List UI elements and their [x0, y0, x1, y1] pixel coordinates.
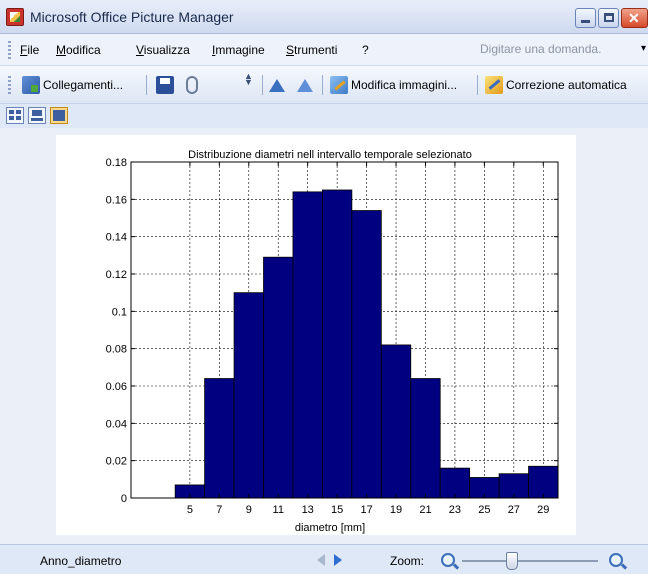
y-tick-label: 0.08 — [106, 344, 127, 356]
app-icon — [6, 8, 24, 26]
y-tick-label: 0.14 — [106, 232, 127, 244]
x-tick-label: 23 — [449, 504, 461, 516]
picture-pane: Distribuzione diametri nell intervallo t… — [0, 128, 648, 544]
view-toolbar — [0, 104, 648, 128]
status-bar: Anno_diametro Zoom: — [0, 544, 648, 574]
previous-picture-icon[interactable] — [317, 554, 325, 566]
ask-question-input[interactable]: Digitare una domanda. — [480, 42, 601, 56]
x-tick-label: 11 — [273, 504, 284, 516]
x-tick-label: 25 — [478, 504, 490, 516]
single-picture-view-button[interactable] — [50, 107, 68, 124]
current-file-name: Anno_diametro — [40, 554, 122, 568]
menu-bar: File Modifica Visualizza Immagine Strume… — [0, 34, 648, 66]
y-tick-label: 0.04 — [106, 418, 127, 430]
rotate-left-icon — [268, 76, 288, 94]
auto-correct-button[interactable]: Correzione automatica — [485, 74, 627, 96]
histogram-bar — [439, 467, 471, 499]
x-tick-label: 17 — [360, 504, 372, 516]
y-tick-label: 0 — [121, 493, 127, 505]
histogram-bar — [528, 465, 559, 499]
toolbar-overflow-icon[interactable]: ▲ ▼ — [244, 72, 253, 97]
menu-visualizza[interactable]: Visualizza — [136, 43, 190, 57]
save-icon — [156, 76, 174, 94]
x-tick-label: 7 — [216, 504, 222, 516]
links-label: Collegamenti... — [43, 78, 124, 92]
auto-correct-label: Correzione automatica — [506, 78, 627, 92]
histogram-bar — [233, 292, 264, 499]
menu-immagine[interactable]: Immagine — [212, 43, 265, 57]
next-picture-icon[interactable] — [334, 554, 342, 566]
y-tick-label: 0.18 — [106, 157, 127, 169]
x-tick-label: 19 — [390, 504, 402, 516]
y-tick-label: 0.12 — [106, 269, 127, 281]
links-button[interactable]: Collegamenti... — [22, 74, 123, 96]
zoom-in-icon[interactable] — [609, 553, 623, 567]
chart-title: Distribuzione diametri nell intervallo t… — [188, 149, 472, 161]
chart-bars — [174, 189, 559, 499]
x-tick-label: 9 — [246, 504, 252, 516]
filmstrip-view-button[interactable] — [28, 107, 46, 124]
toolbar-separator — [146, 75, 147, 95]
y-tick-label: 0.02 — [106, 456, 127, 468]
standard-toolbar: Collegamenti... ▲ ▼ Modifica immagini... … — [0, 66, 648, 104]
y-tick-label: 0.16 — [106, 194, 127, 206]
x-tick-label: 21 — [419, 504, 431, 516]
links-icon — [22, 76, 40, 94]
minimize-button[interactable] — [575, 8, 596, 28]
edit-image-icon — [330, 76, 348, 94]
x-tick-label: 15 — [331, 504, 343, 516]
zoom-slider-track[interactable] — [462, 560, 598, 562]
close-icon: ✕ — [628, 10, 640, 26]
edit-pictures-button[interactable]: Modifica immagini... — [330, 74, 457, 96]
histogram-bar — [322, 189, 353, 499]
picture-preview: Distribuzione diametri nell intervallo t… — [56, 135, 576, 535]
y-tick-label: 0.06 — [106, 381, 127, 393]
window-title: Microsoft Office Picture Manager — [30, 9, 234, 25]
x-tick-label: 13 — [302, 504, 314, 516]
maximize-icon — [604, 13, 614, 22]
y-tick-label: 0.1 — [112, 306, 127, 318]
zoom-out-icon[interactable] — [441, 553, 455, 567]
histogram-chart: Distribuzione diametri nell intervallo t… — [106, 149, 559, 534]
auto-correct-icon — [485, 76, 503, 94]
rotate-right-button[interactable] — [294, 74, 317, 96]
menu-strumenti[interactable]: Strumenti — [286, 43, 337, 57]
histogram-bar — [410, 378, 441, 499]
menu-file[interactable]: File — [20, 43, 39, 57]
maximize-button[interactable] — [598, 8, 619, 28]
menu-modifica[interactable]: Modifica — [56, 43, 101, 57]
x-tick-label: 27 — [508, 504, 520, 516]
rotate-left-button[interactable] — [268, 74, 291, 96]
attach-icon — [186, 76, 198, 94]
menu-grip-icon[interactable] — [8, 41, 11, 59]
close-button[interactable]: ✕ — [621, 8, 648, 28]
edit-pictures-label: Modifica immagini... — [351, 78, 458, 92]
ask-dropdown-icon[interactable]: ▾ — [641, 43, 646, 54]
histogram-bar — [204, 378, 235, 499]
minimize-icon — [581, 20, 590, 23]
save-button[interactable] — [156, 74, 177, 96]
zoom-slider-thumb[interactable] — [506, 552, 519, 570]
x-tick-label: 29 — [537, 504, 549, 516]
toolbar-separator — [322, 75, 323, 95]
histogram-bar — [263, 256, 294, 499]
rotate-right-icon — [294, 76, 314, 94]
histogram-bar — [380, 344, 412, 499]
histogram-bar — [351, 210, 382, 499]
zoom-label: Zoom: — [390, 554, 425, 568]
x-tick-label: 5 — [187, 504, 193, 516]
chart-x-axis-label: diametro [mm] — [295, 522, 365, 534]
histogram-bar — [292, 191, 323, 499]
toolbar-separator — [262, 75, 263, 95]
menu-help[interactable]: ? — [362, 43, 369, 57]
toolbar-separator — [477, 75, 478, 95]
thumbnails-view-button[interactable] — [6, 107, 24, 124]
title-bar: Microsoft Office Picture Manager ✕ — [0, 0, 648, 34]
attach-button[interactable] — [186, 74, 201, 96]
toolbar-grip-icon[interactable] — [8, 76, 11, 94]
